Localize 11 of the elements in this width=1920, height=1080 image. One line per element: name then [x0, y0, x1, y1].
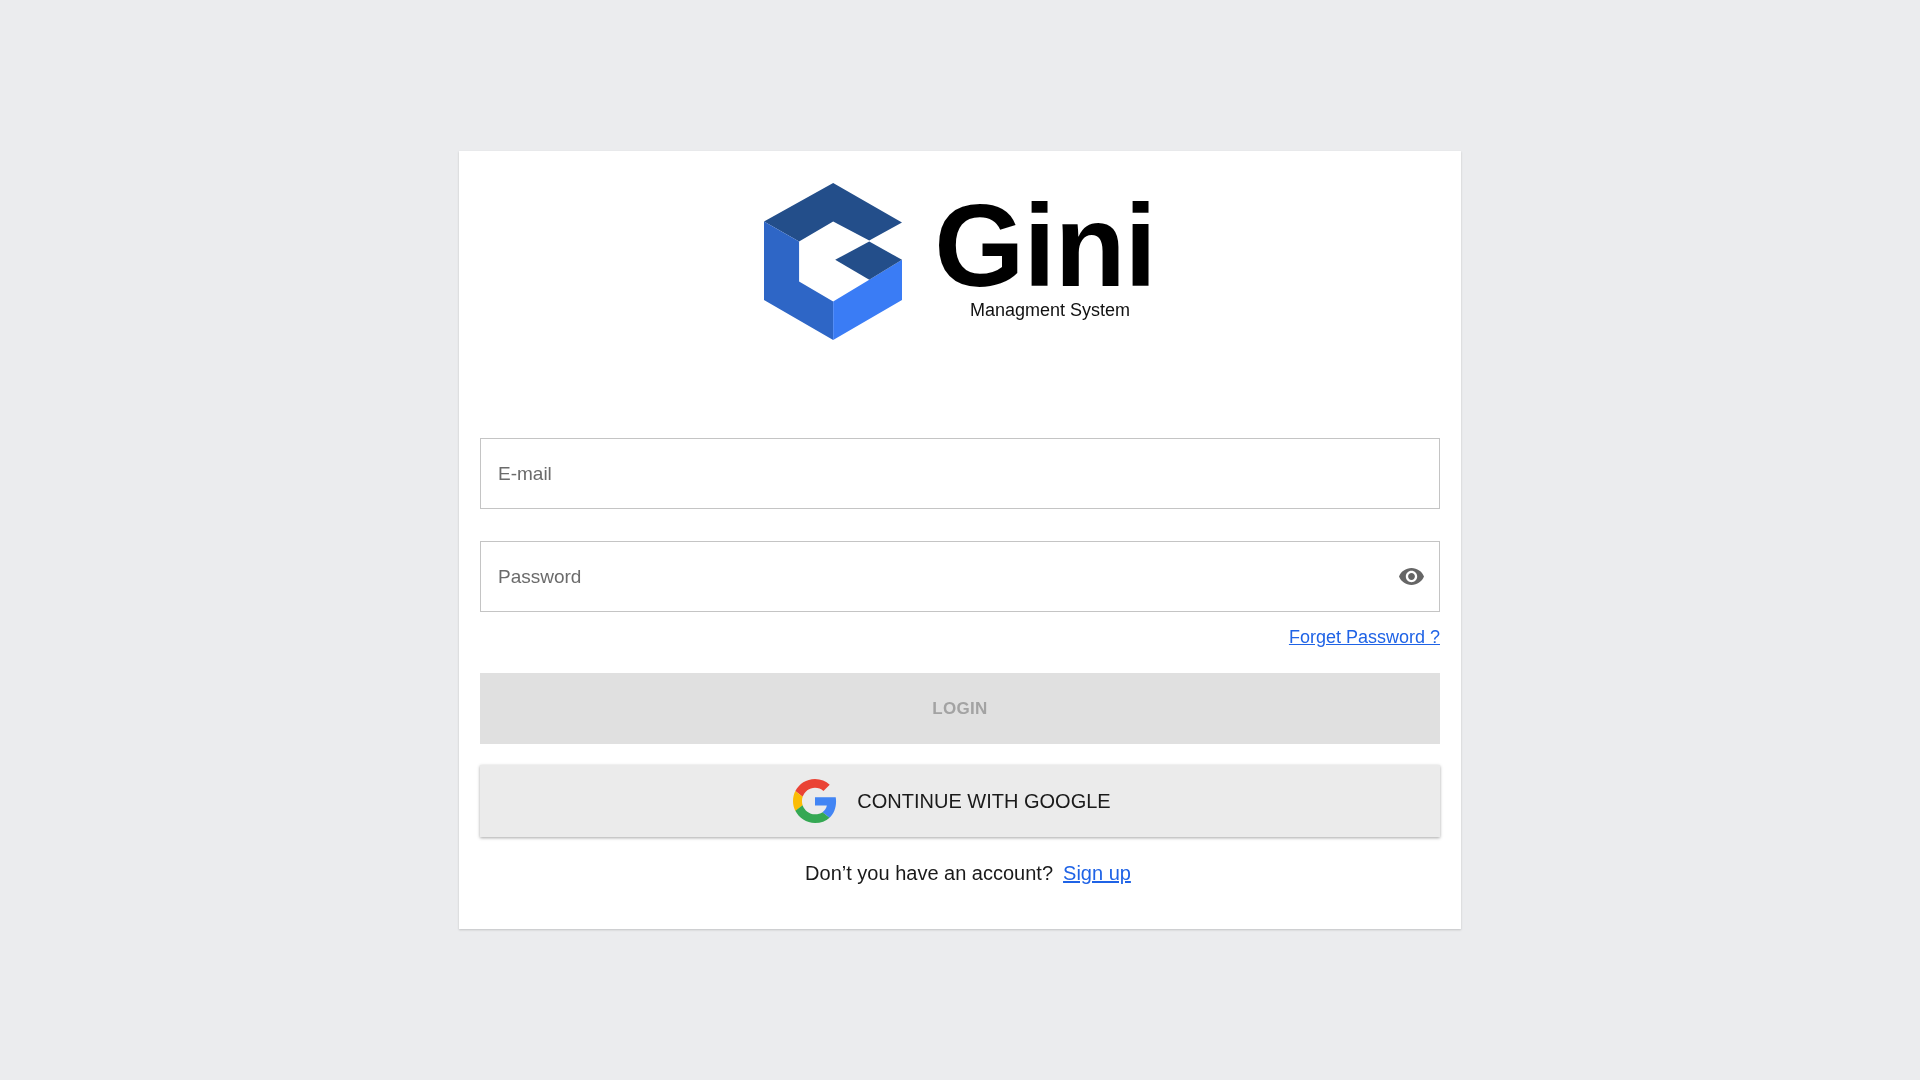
signup-link[interactable]: Sign up — [1063, 861, 1131, 885]
google-sign-in-button[interactable]: CONTINUE WITH GOOGLE — [480, 765, 1440, 837]
password-field[interactable]: Password — [480, 541, 1440, 612]
signup-prompt: Don’t you have an account? — [805, 861, 1054, 885]
brand-subtitle: Managment System — [969, 299, 1131, 321]
google-g-icon — [793, 779, 838, 823]
eye-icon[interactable] — [1399, 568, 1424, 585]
email-field[interactable]: E-mail — [480, 438, 1440, 509]
cube-logo-icon — [764, 183, 903, 340]
forgot-password-link[interactable]: Forget Password ? — [1288, 626, 1440, 648]
brand-title: Gini — [934, 193, 1156, 299]
